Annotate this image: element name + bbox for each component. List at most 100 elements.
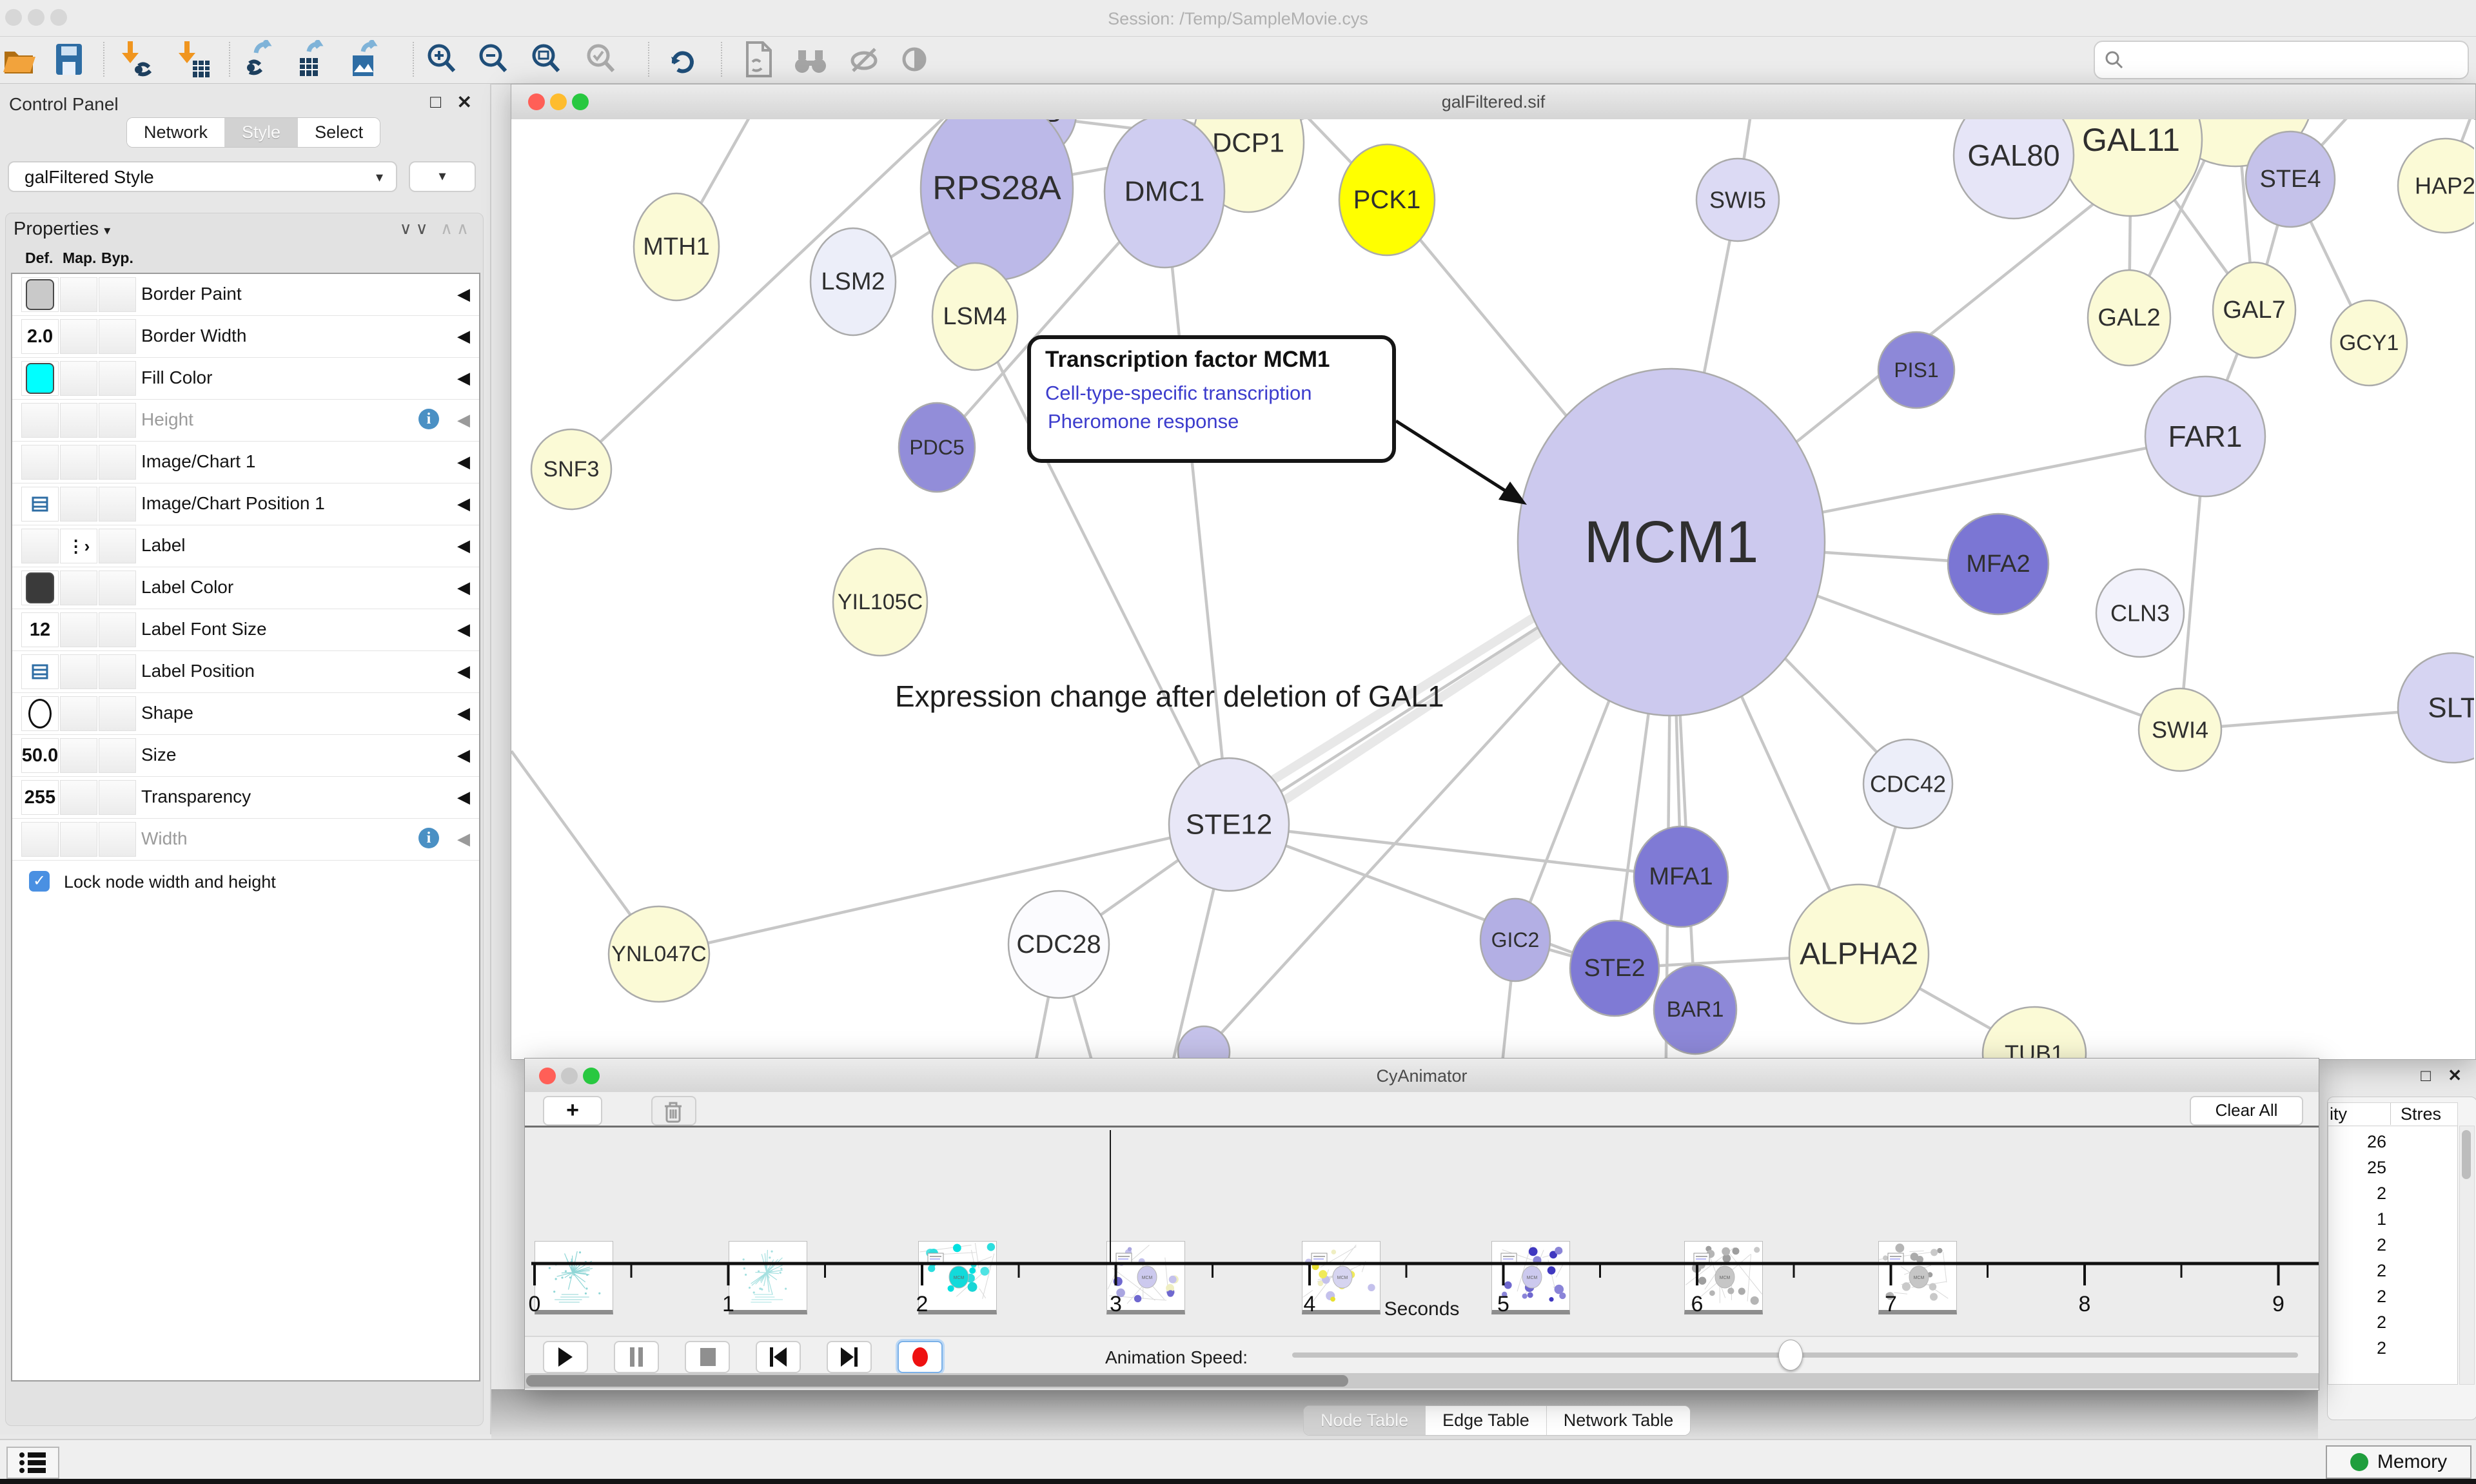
table-cell-value[interactable]: 26 xyxy=(2348,1132,2386,1152)
default-cell[interactable] xyxy=(21,822,59,857)
stop-button[interactable] xyxy=(685,1341,730,1373)
delete-frame-button[interactable] xyxy=(651,1096,696,1126)
network-node-STE2[interactable]: STE2 xyxy=(1570,921,1659,1016)
table-cell-value[interactable]: 2 xyxy=(2348,1184,2386,1204)
open-session-icon[interactable] xyxy=(1,39,37,79)
network-edge[interactable] xyxy=(571,119,963,469)
col-header-stress[interactable]: Stres xyxy=(2401,1104,2441,1124)
tab-style[interactable]: Style xyxy=(225,118,298,147)
network-node-GAL7[interactable]: GAL7 xyxy=(2213,262,2295,358)
search-input[interactable] xyxy=(2131,44,2456,74)
network-node-TUB1[interactable]: TUB1 xyxy=(1983,1007,2086,1058)
network-node-MFA1[interactable]: MFA1 xyxy=(1634,826,1728,927)
default-cell[interactable]: 50.0 xyxy=(21,738,59,773)
expand-row-arrow-icon[interactable]: ◀ xyxy=(457,536,470,556)
default-cell[interactable] xyxy=(21,403,59,438)
table-cell-value[interactable]: 2 xyxy=(2348,1287,2386,1307)
property-row-shape[interactable]: Shape◀ xyxy=(12,693,479,735)
network-node-PCK1[interactable]: PCK1 xyxy=(1339,144,1435,255)
bypass-cell[interactable] xyxy=(99,487,136,522)
mapping-cell[interactable] xyxy=(60,612,97,647)
memory-button[interactable]: Memory xyxy=(2326,1445,2471,1479)
default-cell[interactable]: 2.0 xyxy=(21,319,59,354)
tab-node-table[interactable]: Node Table xyxy=(1304,1406,1426,1435)
mapping-cell[interactable] xyxy=(60,780,97,815)
bypass-cell[interactable] xyxy=(99,738,136,773)
mapping-cell[interactable] xyxy=(60,361,97,396)
network-node-CDC28[interactable]: CDC28 xyxy=(1008,891,1109,998)
column-divider[interactable] xyxy=(2390,1103,2391,1125)
network-canvas[interactable]: RPS28BDCP1GAL11GAL80STE4HAP2SWI5PCK1RPS2… xyxy=(511,119,2474,1058)
bypass-cell[interactable] xyxy=(99,277,136,312)
network-node-PIS1[interactable]: PIS1 xyxy=(1878,332,1954,408)
expand-row-arrow-icon[interactable]: ◀ xyxy=(457,703,470,723)
expand-row-arrow-icon[interactable]: ◀ xyxy=(457,829,470,849)
mapping-cell[interactable] xyxy=(60,445,97,480)
network-node-GIC2[interactable]: GIC2 xyxy=(1480,899,1550,981)
mapping-cell[interactable] xyxy=(60,277,97,312)
table-scrollbar[interactable] xyxy=(2459,1126,2475,1385)
default-cell[interactable] xyxy=(21,277,59,312)
expand-row-arrow-icon[interactable]: ◀ xyxy=(457,620,470,639)
float-panel-icon[interactable]: □ xyxy=(430,92,441,112)
expand-row-arrow-icon[interactable]: ◀ xyxy=(457,326,470,346)
hscroll-thumb[interactable] xyxy=(526,1375,1348,1387)
tab-network-table[interactable]: Network Table xyxy=(1547,1406,1691,1435)
property-row-size[interactable]: 50.0Size◀ xyxy=(12,735,479,777)
bypass-cell[interactable] xyxy=(99,780,136,815)
network-node-BAR1[interactable]: BAR1 xyxy=(1654,965,1736,1054)
mapping-cell[interactable] xyxy=(60,738,97,773)
expand-row-arrow-icon[interactable]: ◀ xyxy=(457,284,470,304)
search-box[interactable] xyxy=(2094,41,2469,79)
network-node-PDC5[interactable]: PDC5 xyxy=(899,403,975,492)
network-edge[interactable] xyxy=(1164,191,1229,825)
expand-row-arrow-icon[interactable]: ◀ xyxy=(457,787,470,807)
network-node-SWI4[interactable]: SWI4 xyxy=(2139,688,2221,771)
network-node-GCY1[interactable]: GCY1 xyxy=(2331,300,2407,386)
network-edge[interactable] xyxy=(659,825,1229,954)
mapping-cell[interactable]: ⋮› xyxy=(60,529,97,563)
table-cell-value[interactable]: 1 xyxy=(2348,1209,2386,1229)
float-table-icon[interactable]: □ xyxy=(2421,1066,2431,1086)
mapping-cell[interactable] xyxy=(60,403,97,438)
default-cell[interactable] xyxy=(21,529,59,563)
bypass-cell[interactable] xyxy=(99,319,136,354)
skip-to-start-button[interactable] xyxy=(756,1341,801,1373)
network-annotation[interactable]: Transcription factor MCM1 Cell-type-spec… xyxy=(1027,335,1396,463)
bypass-cell[interactable] xyxy=(99,696,136,731)
expand-row-arrow-icon[interactable]: ◀ xyxy=(457,452,470,472)
default-cell[interactable] xyxy=(21,654,59,689)
tab-select[interactable]: Select xyxy=(298,118,380,147)
table-cell-value[interactable]: 2 xyxy=(2348,1338,2386,1358)
timeline-hscrollbar[interactable] xyxy=(525,1373,2319,1389)
network-node-HAP2[interactable]: HAP2 xyxy=(2398,139,2474,233)
property-row-label-color[interactable]: Label Color◀ xyxy=(12,567,479,609)
network-node-MFA2[interactable]: MFA2 xyxy=(1948,514,2049,614)
network-node-LSM4[interactable]: LSM4 xyxy=(932,263,1017,370)
import-network-icon[interactable] xyxy=(119,39,155,79)
network-node-YNL047C[interactable]: YNL047C xyxy=(609,906,709,1002)
import-table-icon[interactable] xyxy=(175,39,211,79)
network-node-DMC1[interactable]: DMC1 xyxy=(1105,119,1224,268)
network-node-SNF3[interactable]: SNF3 xyxy=(531,429,611,509)
network-node-YIL105C[interactable]: YIL105C xyxy=(833,549,927,656)
style-options-button[interactable]: ▾ xyxy=(409,161,476,192)
network-node-ALPHA2[interactable]: ALPHA2 xyxy=(1789,884,1929,1024)
bypass-cell[interactable] xyxy=(99,529,136,563)
mapping-cell[interactable] xyxy=(60,571,97,605)
network-node-RPS28A[interactable]: RPS28A xyxy=(921,119,1073,280)
network-node-GAL80[interactable]: GAL80 xyxy=(1954,119,2074,219)
network-document-icon[interactable] xyxy=(740,39,776,79)
property-row-image-chart-position-1[interactable]: Image/Chart Position 1◀ xyxy=(12,483,479,525)
network-node-STE12[interactable]: STE12 xyxy=(1169,758,1289,891)
bypass-cell[interactable] xyxy=(99,571,136,605)
animation-speed-thumb[interactable] xyxy=(1778,1340,1803,1371)
network-node-SWI5[interactable]: SWI5 xyxy=(1696,159,1779,241)
annotation-link-2[interactable]: Pheromone response xyxy=(1048,410,1239,433)
expand-row-arrow-icon[interactable]: ◀ xyxy=(457,745,470,765)
network-node-CDC42[interactable]: CDC42 xyxy=(1863,739,1952,828)
network-window-titlebar[interactable]: galFiltered.sif xyxy=(511,84,2475,120)
bypass-cell[interactable] xyxy=(99,445,136,480)
property-row-label-font-size[interactable]: 12Label Font Size◀ xyxy=(12,609,479,651)
zoom-in-icon[interactable] xyxy=(424,39,460,79)
